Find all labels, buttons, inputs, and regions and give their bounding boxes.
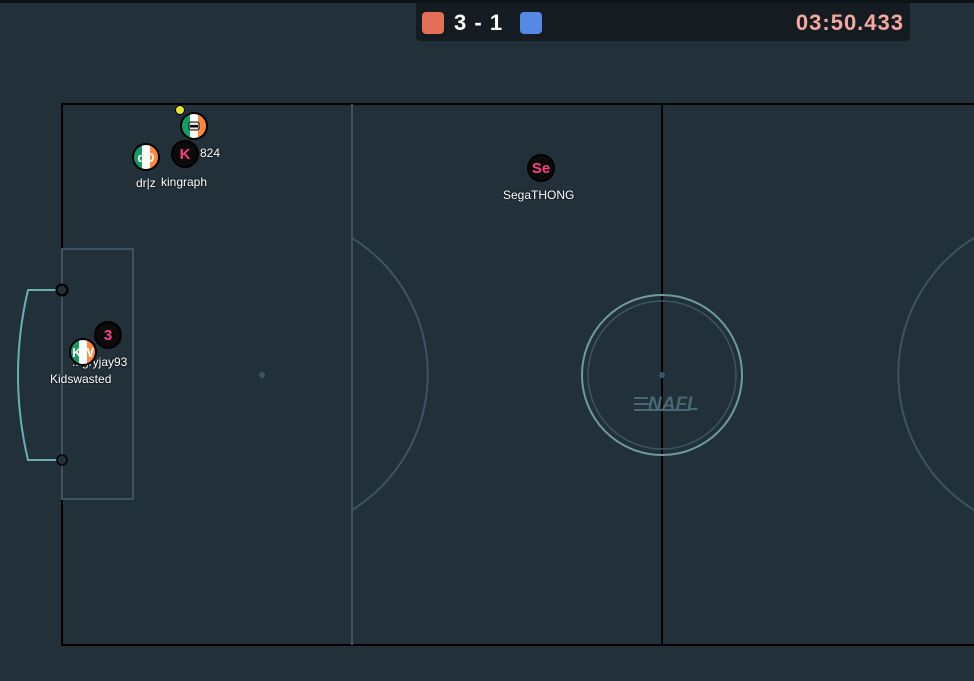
player-avatar: dD [132,143,160,171]
nafl-logo: NAFL [634,394,699,415]
player-nick: Kidswasted [50,372,112,386]
player-nick: kingraph [161,175,208,189]
penalty-spot [259,372,265,378]
ball [175,105,185,115]
player-avatar: 3 [94,321,122,349]
score-display: 3 - 1 [454,11,514,35]
player-avatar: Se [527,154,555,182]
center-spot [659,372,665,378]
blue-team-chip [520,12,542,34]
red-score: 3 [454,10,468,35]
avatar-text: dD [137,149,155,165]
match-timer: 03:50.433 [795,10,904,35]
goal-post-bottom [56,454,68,466]
avatar-text: KW [72,344,94,360]
avatar-text: Se [531,159,551,177]
robot-icon [188,121,200,131]
penalty-arc-right [897,237,974,511]
avatar-text: 3 [103,326,113,344]
player-nick: dr|z [136,176,156,190]
score-separator: - [474,10,483,35]
soccer-field: NAFL [17,103,974,646]
player-avatar: KW [69,338,97,366]
blue-score: 1 [489,10,504,35]
scoreboard: 3 - 1 03:50.433 [416,3,910,41]
red-team-chip [422,12,444,34]
player-nick: SegaTHONG [503,188,575,202]
nafl-logo-text: NAFL [648,394,699,415]
player-avatar: K [171,140,199,168]
player-avatar [180,112,208,140]
penalty-arc-left [351,237,429,511]
avatar-text: K [179,145,191,163]
